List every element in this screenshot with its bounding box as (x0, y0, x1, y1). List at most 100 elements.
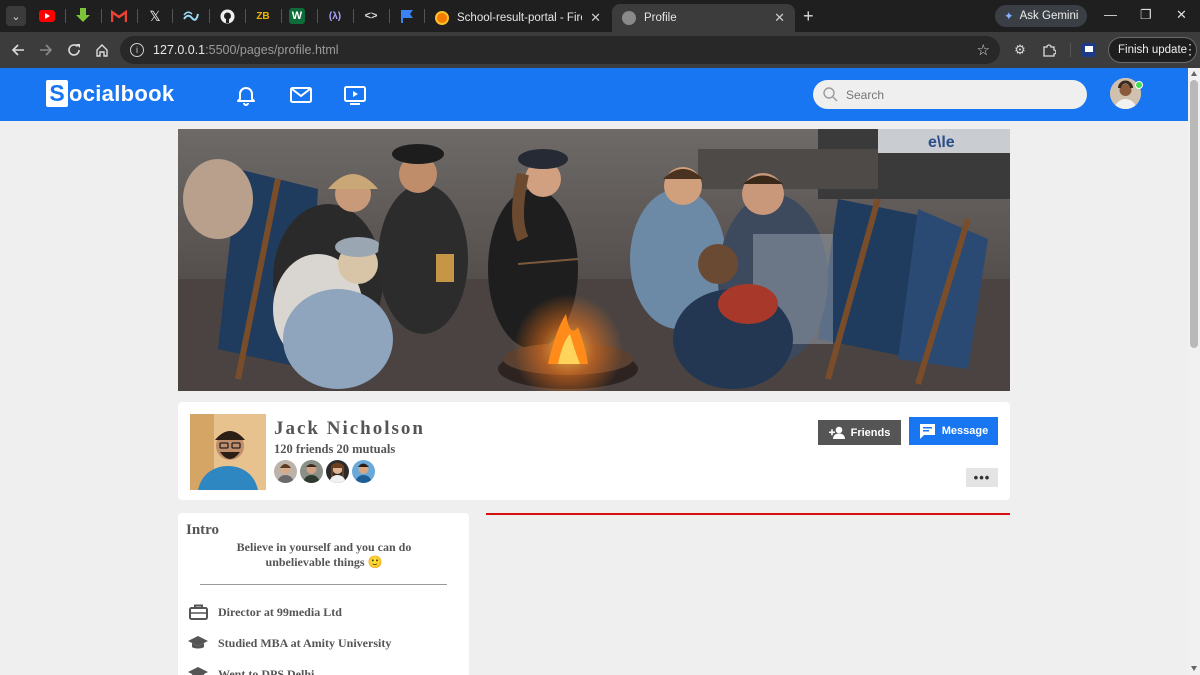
ask-gemini-label: Ask Gemini (1019, 10, 1079, 22)
intro-item: Studied MBA at Amity University (187, 633, 391, 653)
content-divider-line (486, 513, 1010, 515)
app-pinned-tab[interactable]: ZB (253, 6, 273, 26)
youtube-icon (39, 10, 55, 22)
tab-separator (209, 9, 210, 23)
tab-separator (389, 9, 390, 23)
tab-firebase[interactable]: School-result-portal - Firebase ✕ (425, 4, 611, 32)
profile-photo-icon (190, 414, 266, 490)
reload-icon (68, 44, 80, 56)
bell-icon[interactable] (234, 83, 258, 107)
x-pinned-tab[interactable]: 𝕏 (145, 6, 165, 26)
video-icon[interactable] (343, 83, 367, 107)
mutual-friend-avatar[interactable] (300, 460, 323, 483)
intro-item: Director at 99media Ltd (187, 602, 342, 622)
more-dots-icon: ••• (973, 470, 991, 485)
back-button[interactable] (8, 40, 28, 60)
tab-title: Profile (644, 12, 677, 24)
scroll-up-arrow-icon[interactable] (1191, 71, 1197, 76)
search-input[interactable] (846, 87, 1066, 102)
github-pinned-tab[interactable] (217, 6, 237, 26)
forward-button[interactable] (36, 40, 56, 60)
intro-item: Went to DPS Delhi (187, 664, 314, 675)
home-icon (96, 44, 108, 57)
logo-letter: S (46, 80, 68, 107)
intro-card: Intro Believe in yourself and you can do… (178, 513, 469, 675)
download-arrow-icon (76, 8, 90, 22)
tab-search-button[interactable]: ⌄ (6, 6, 26, 26)
socialbook-logo[interactable]: S ocialbook (46, 80, 174, 107)
tab-separator (65, 9, 66, 23)
new-tab-button[interactable]: + (803, 6, 814, 26)
person-photo-icon (326, 460, 349, 483)
address-bar[interactable]: i 127.0.0.1:5500/pages/profile.html ☆ (120, 36, 1000, 64)
globe-icon (622, 11, 636, 25)
intro-quote: Believe in yourself and you can do unbel… (236, 540, 412, 569)
scroll-down-arrow-icon[interactable] (1191, 666, 1197, 671)
browser-tab-strip: ⌄ 𝕏 ZB W (λ) <> School-result-portal - F… (0, 0, 1200, 32)
add-friend-icon (828, 426, 845, 439)
page-scrollbar[interactable] (1188, 68, 1200, 675)
home-button[interactable] (92, 40, 112, 60)
logo-text: ocialbook (69, 80, 175, 106)
windsurf-pinned-tab[interactable] (181, 6, 201, 26)
browser-menu-icon[interactable]: ⋮ (1183, 41, 1197, 58)
message-button-label: Message (941, 425, 989, 437)
cover-photo: e\le (178, 129, 1010, 391)
profile-details-card: Jack Nicholson 120 friends 20 mutuals Fr… (178, 402, 1010, 500)
intro-item-text: Director at 99media Ltd (218, 604, 342, 619)
wix-pinned-tab[interactable]: W (289, 8, 305, 24)
mail-icon[interactable] (289, 83, 313, 107)
url-host: 127.0.0.1 (153, 43, 206, 57)
tab-separator (317, 9, 318, 23)
puzzle-icon (1043, 44, 1056, 57)
search-box[interactable] (813, 80, 1087, 109)
message-button[interactable]: Message (909, 417, 998, 445)
tab-title: School-result-portal - Firebase (457, 12, 582, 24)
url-path: :5500/pages/profile.html (205, 43, 339, 57)
friends-count: 120 friends 20 mutuals (274, 442, 396, 456)
friends-button[interactable]: Friends (818, 420, 901, 445)
extensions-puzzle-icon[interactable] (1040, 41, 1058, 59)
scrollbar-thumb[interactable] (1190, 80, 1198, 348)
reload-button[interactable] (64, 40, 84, 60)
w-logo-icon: W (291, 10, 303, 22)
bookmark-star-icon[interactable]: ☆ (977, 41, 990, 59)
app-logo-icon: ZB (256, 10, 270, 22)
minimize-button[interactable]: — (1104, 7, 1117, 22)
mutual-friend-avatar[interactable] (274, 460, 297, 483)
gmail-pinned-tab[interactable] (109, 6, 129, 26)
site-info-icon[interactable]: i (130, 43, 144, 57)
close-tab-icon[interactable]: ✕ (590, 10, 601, 26)
ask-gemini-button[interactable]: ✦ Ask Gemini (995, 5, 1088, 27)
flag-pinned-tab[interactable] (397, 6, 417, 26)
extension-gear-icon[interactable]: ⚙ (1011, 41, 1029, 59)
firebase-icon (435, 11, 449, 25)
download-pinned-tab[interactable] (73, 6, 93, 26)
more-options-button[interactable]: ••• (966, 468, 998, 487)
restore-button[interactable]: ❐ (1140, 7, 1152, 23)
flag-icon (401, 10, 413, 23)
mutual-friend-avatar[interactable] (352, 460, 375, 483)
intro-title: Intro (186, 522, 220, 538)
profile-badge-icon (1082, 43, 1096, 57)
campfire-photo-icon: e\le (178, 129, 1010, 391)
tab-separator (281, 9, 282, 23)
code-pinned-tab[interactable]: (λ) (325, 6, 345, 26)
tab-separator (245, 9, 246, 23)
gmail-icon (111, 10, 127, 22)
tab-profile[interactable]: Profile ✕ (612, 4, 795, 32)
x-logo-icon: 𝕏 (149, 7, 161, 24)
youtube-pinned-tab[interactable] (37, 6, 57, 26)
close-tab-icon[interactable]: ✕ (774, 10, 785, 26)
page-viewport: S ocialbook Search e\le Jack Nicholson 1… (0, 68, 1200, 675)
browser-toolbar: i 127.0.0.1:5500/pages/profile.html ☆ ⚙ … (0, 32, 1200, 68)
arrow-right-icon (40, 44, 53, 56)
sparkle-icon: ✦ (1004, 11, 1014, 23)
devtools-pinned-tab[interactable]: <> (361, 6, 381, 26)
briefcase-icon (187, 602, 209, 622)
mutual-friend-avatar[interactable] (326, 460, 349, 483)
close-window-button[interactable]: ✕ (1176, 7, 1187, 23)
profile-extension-icon[interactable] (1080, 41, 1098, 59)
profile-picture[interactable] (190, 414, 266, 490)
toolbar-separator (1070, 43, 1071, 57)
